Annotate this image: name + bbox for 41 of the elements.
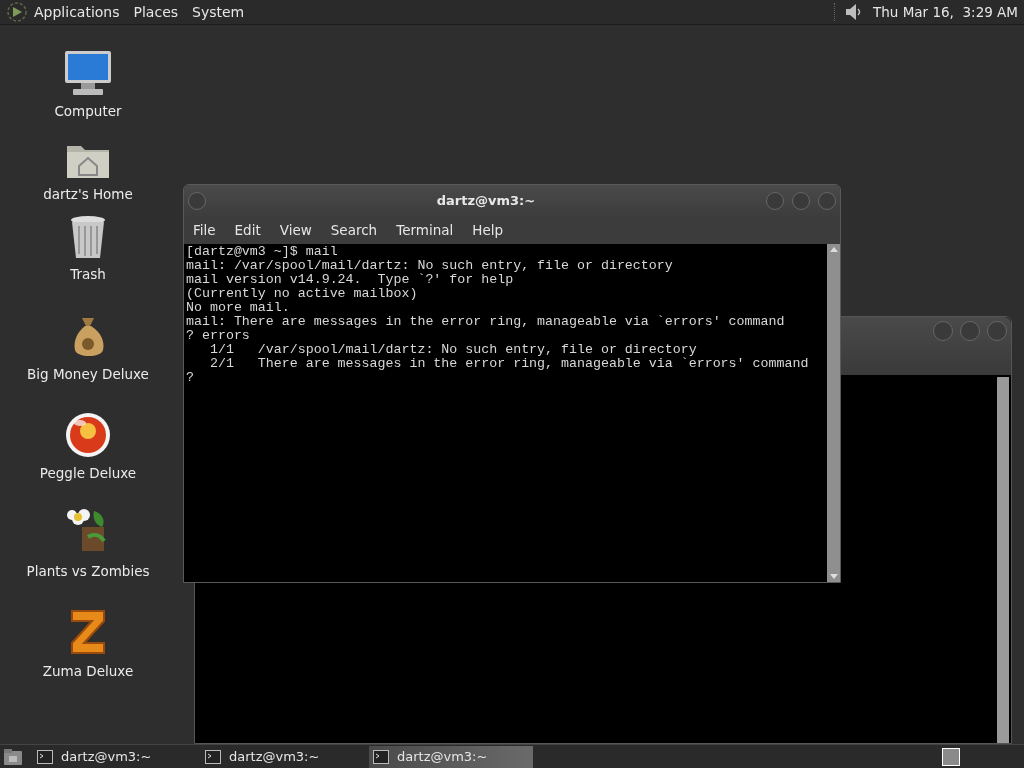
icon-label[interactable]: Trash bbox=[70, 264, 106, 285]
panel-grip bbox=[834, 3, 838, 21]
terminal-line: mail version v14.9.24. Type `?' for help bbox=[186, 273, 514, 287]
monitor-icon[interactable] bbox=[63, 49, 113, 97]
terminal-line: No more mail. bbox=[186, 301, 290, 315]
logo-icon[interactable] bbox=[6, 1, 28, 23]
icon-label[interactable]: Big Money Deluxe bbox=[27, 364, 149, 385]
terminal-line: [dartz@vm3 ~]$ mail bbox=[186, 245, 338, 259]
terminal-line: mail: /var/spool/mail/dartz: No such entry, file or directory bbox=[186, 259, 673, 273]
workspace-switcher[interactable] bbox=[942, 747, 960, 766]
terminal-icon bbox=[205, 749, 221, 764]
icon-label[interactable]: Zuma Deluxe bbox=[42, 661, 134, 682]
window-title: dartz@vm3:~ bbox=[436, 192, 536, 211]
menu-item[interactable]: Edit bbox=[234, 220, 261, 241]
menu-item[interactable]: Help bbox=[472, 220, 504, 241]
menu-item[interactable]: View bbox=[279, 220, 312, 241]
terminal-icon bbox=[37, 749, 53, 764]
panel-menu[interactable]: Places bbox=[133, 1, 179, 23]
terminal-line: mail: There are messages in the error ring, manageable via `errors' command bbox=[186, 315, 785, 329]
clock[interactable]: Thu Mar 16, 3:29 AM bbox=[873, 1, 1018, 23]
icon-label[interactable]: Plants vs Zombies bbox=[26, 561, 150, 582]
panel-menu[interactable]: System bbox=[192, 1, 245, 23]
menu-item[interactable]: File bbox=[193, 220, 216, 241]
menu-item[interactable]: Terminal bbox=[396, 220, 454, 241]
terminal-line: 2/1 There are messages in the error ring, manageable via `errors' command bbox=[208, 357, 809, 371]
terminal-line: 1/1 /var/spool/mail/dartz: No such entry, file or directory bbox=[208, 343, 697, 357]
block-icon[interactable] bbox=[68, 607, 108, 657]
terminal-icon bbox=[373, 749, 389, 764]
scrollbar[interactable] bbox=[997, 377, 1009, 743]
terminal-line: ? errors bbox=[186, 329, 250, 343]
panel-menu[interactable]: Applications bbox=[34, 1, 120, 23]
terminal-line: (Currently no active mailbox) bbox=[186, 287, 418, 301]
menu-item[interactable]: Search bbox=[330, 220, 378, 241]
terminal-line: ? bbox=[186, 371, 194, 385]
ball-icon[interactable] bbox=[64, 411, 112, 459]
icon-label[interactable]: Peggle Deluxe bbox=[39, 463, 137, 484]
show-desktop-icon[interactable] bbox=[3, 747, 23, 766]
icon-label[interactable]: Computer bbox=[54, 101, 122, 122]
trash-icon[interactable] bbox=[69, 214, 107, 260]
icon-label[interactable]: dartz's Home bbox=[43, 184, 133, 205]
taskbar-button[interactable]: dartz@vm3:~ bbox=[369, 745, 533, 768]
